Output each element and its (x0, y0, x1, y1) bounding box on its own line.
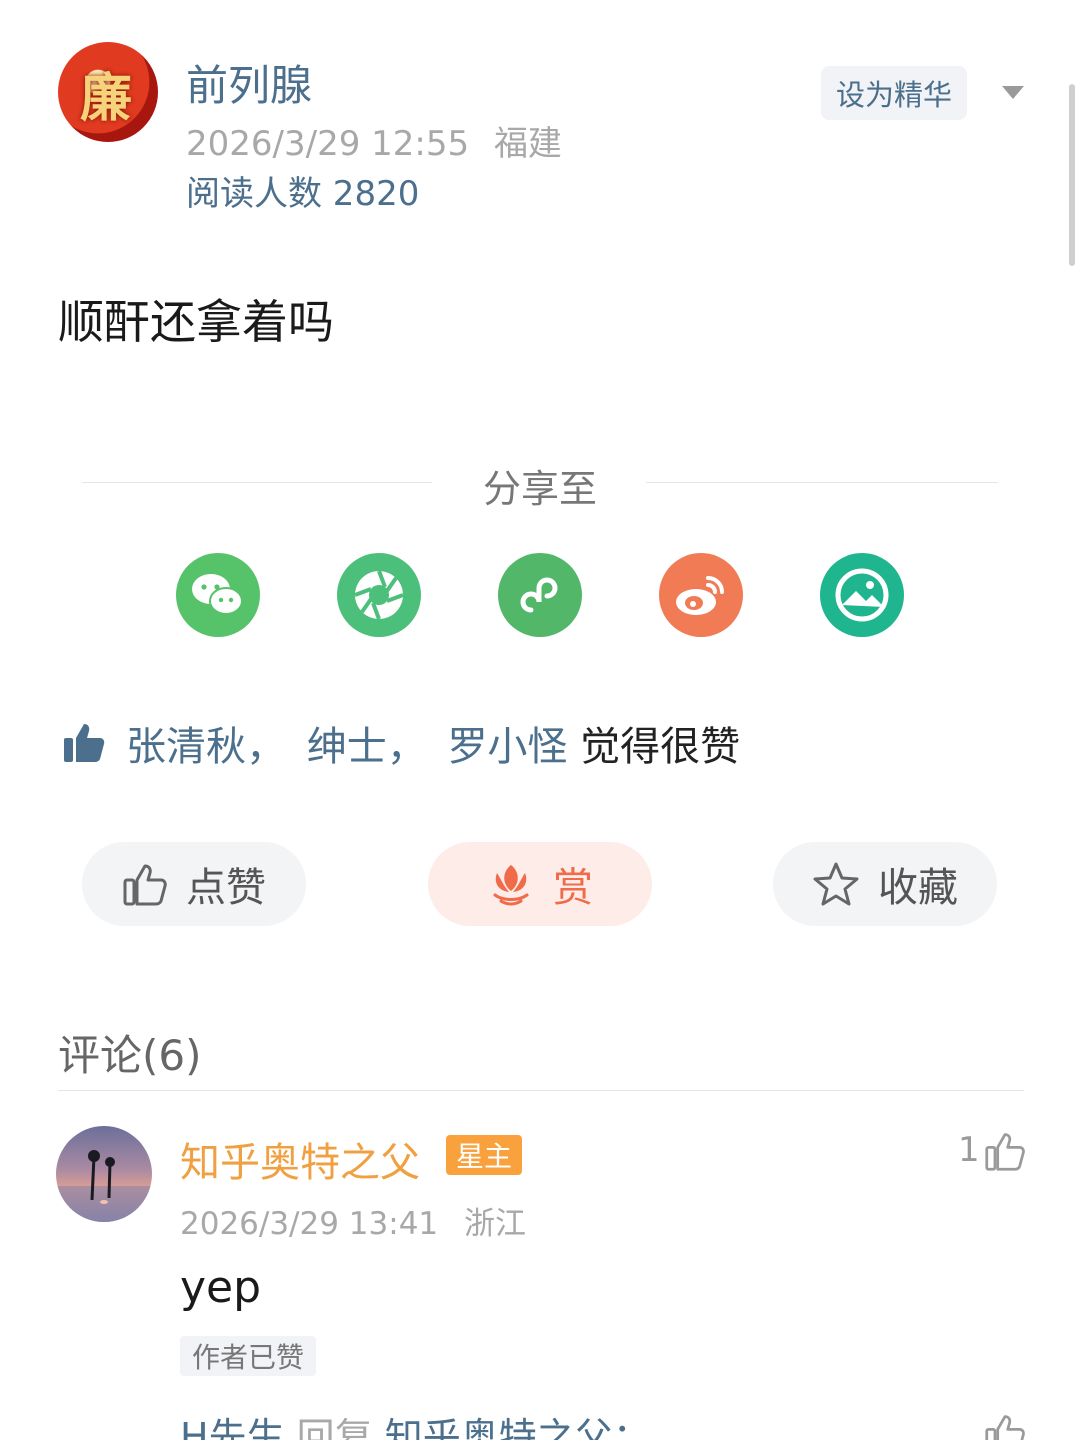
share-divider-left (82, 482, 432, 483)
commenter-avatar[interactable] (56, 1126, 152, 1222)
reply-to[interactable]: 知乎奥特之父： (385, 1415, 651, 1440)
reward-label: 赏 (553, 865, 593, 911)
avatar-glyph: 廉 (80, 68, 133, 129)
likers-suffix: 觉得很赞 (580, 724, 741, 770)
reply-preview[interactable]: H先生 回复 知乎奥特之父： (180, 1406, 651, 1440)
comment-location: 浙江 (464, 1206, 527, 1242)
reply-like-icon[interactable] (984, 1412, 1026, 1440)
wechat-icon[interactable] (176, 553, 260, 637)
favorite-button[interactable]: 收藏 (773, 842, 997, 926)
author-name[interactable]: 前列腺 (186, 52, 312, 113)
weibo-icon[interactable] (659, 553, 743, 637)
liker-name[interactable]: 绅士， (307, 724, 427, 770)
like-label: 点赞 (186, 865, 266, 911)
comments-divider (58, 1090, 1024, 1091)
reward-button[interactable]: 赏 (428, 842, 652, 926)
image-share-icon[interactable] (820, 553, 904, 637)
share-divider-right (646, 482, 998, 483)
post-meta: 2026/3/29 12:55 福建 (186, 116, 562, 165)
mini-program-icon[interactable] (498, 553, 582, 637)
thumbs-up-outline-icon (123, 864, 167, 906)
scrollbar[interactable] (1069, 84, 1075, 266)
post-content: 顺酐还拿着吗 (58, 295, 334, 349)
star-icon (813, 862, 859, 906)
comment-text: yep (180, 1262, 262, 1313)
liker-name[interactable]: 张清秋， (126, 724, 286, 770)
favorite-label: 收藏 (878, 865, 958, 911)
comments-title: 评论(6) (58, 1031, 202, 1080)
reply-verb: 回复 (284, 1415, 385, 1440)
comment-like-icon[interactable] (984, 1130, 1026, 1172)
set-featured-button[interactable]: 设为精华 (821, 66, 967, 120)
author-avatar[interactable]: 廉 (58, 42, 158, 142)
comment-time: 2026/3/29 13:41 (180, 1206, 439, 1242)
reply-from[interactable]: H先生 (180, 1415, 285, 1440)
liker-name[interactable]: 罗小怪 (447, 724, 567, 770)
author-liked-badge: 作者已赞 (180, 1336, 317, 1376)
read-count: 阅读人数 2820 (186, 174, 420, 214)
like-button[interactable]: 点赞 (82, 842, 306, 926)
chevron-down-icon[interactable] (1002, 86, 1024, 99)
moments-icon[interactable] (337, 553, 421, 637)
comment-meta: 2026/3/29 13:41 浙江 (180, 1198, 526, 1243)
star-owner-badge: 星主 (446, 1135, 523, 1175)
post-time: 2026/3/29 12:55 (186, 124, 470, 164)
likers-line: 张清秋， 绅士， 罗小怪 觉得很赞 (126, 714, 740, 772)
share-title: 分享至 (482, 467, 597, 511)
comment-like-count: 1 (958, 1130, 980, 1170)
commenter-name[interactable]: 知乎奥特之父 (180, 1130, 420, 1188)
lotus-icon (493, 865, 529, 906)
thumbs-up-icon (62, 720, 106, 764)
post-location: 福建 (493, 124, 562, 164)
